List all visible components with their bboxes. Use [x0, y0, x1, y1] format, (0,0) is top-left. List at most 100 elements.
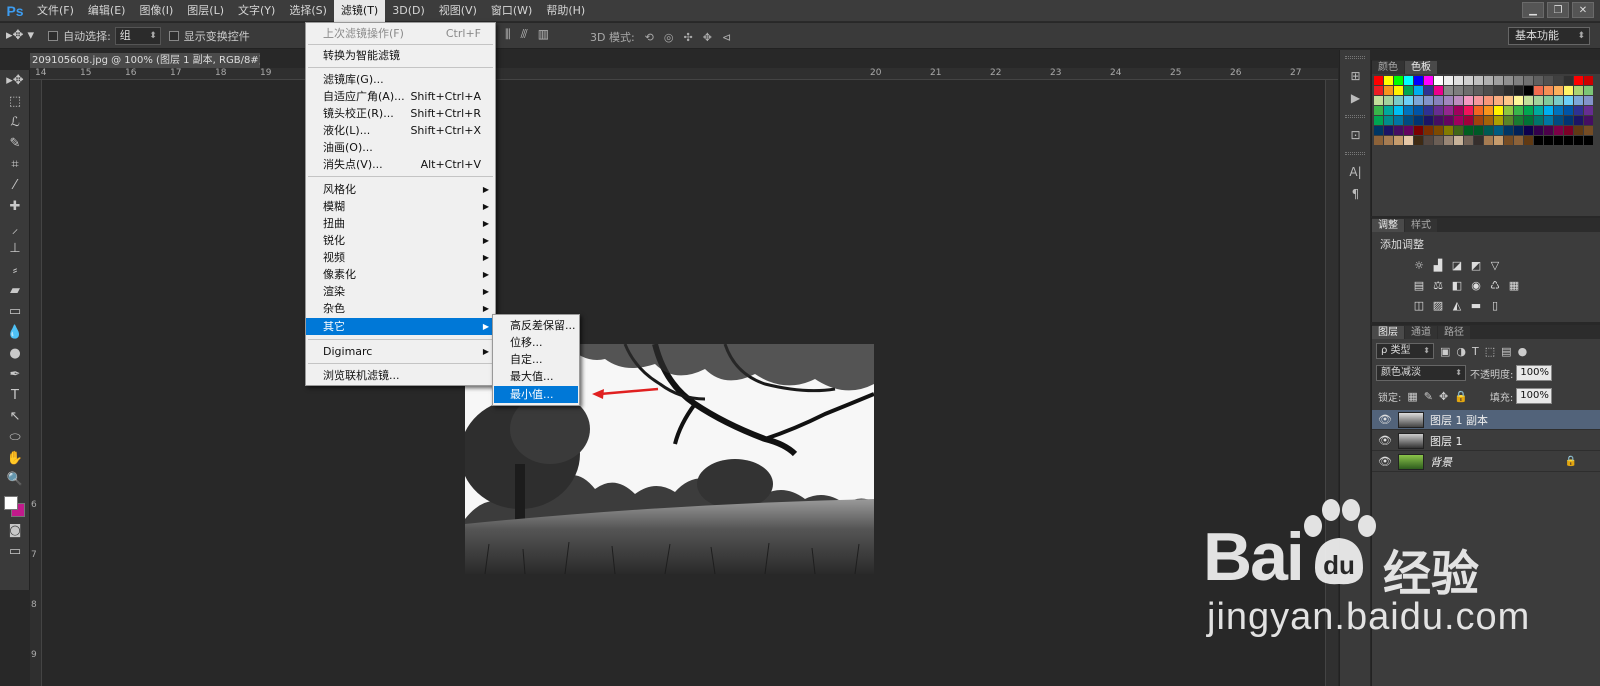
color-swatch[interactable] — [1584, 136, 1593, 145]
color-swatch[interactable] — [1484, 116, 1493, 125]
layer-row[interactable]: 👁 图层 1 副本 — [1372, 410, 1600, 430]
color-swatch[interactable] — [1534, 86, 1543, 95]
hand-tool-icon[interactable]: ✋ — [0, 448, 30, 469]
lock-pixels-icon[interactable]: ✎ — [1424, 390, 1433, 403]
color-swatch[interactable] — [1414, 76, 1423, 85]
color-swatch[interactable] — [1534, 126, 1543, 135]
color-swatch[interactable] — [1554, 116, 1563, 125]
tab-swatches[interactable]: 色板 — [1405, 61, 1437, 74]
color-swatch[interactable] — [1484, 126, 1493, 135]
color-swatch[interactable] — [1584, 116, 1593, 125]
color-swatch[interactable] — [1444, 76, 1453, 85]
color-swatch[interactable] — [1434, 76, 1443, 85]
color-swatch[interactable] — [1544, 116, 1553, 125]
color-swatch[interactable] — [1484, 106, 1493, 115]
menu-window[interactable]: 窗口(W) — [484, 0, 539, 22]
submenu-digimarc[interactable]: Digimarc ▶ — [306, 343, 495, 360]
submenu-blur[interactable]: 模糊 ▶ — [306, 198, 495, 215]
layer-name[interactable]: 图层 1 — [1430, 433, 1463, 449]
color-swatch[interactable] — [1514, 96, 1523, 105]
vanishing-point-item[interactable]: 消失点(V)... Alt+Ctrl+V — [306, 156, 495, 173]
color-swatch[interactable] — [1574, 86, 1583, 95]
filter-toggle-icon[interactable]: ● — [1518, 345, 1528, 358]
move-tool-icon[interactable]: ▸✥ — [0, 70, 30, 91]
show-transform-checkbox[interactable] — [168, 30, 179, 41]
dodge-tool-icon[interactable]: ● — [0, 343, 30, 364]
color-swatch[interactable] — [1454, 96, 1463, 105]
menu-help[interactable]: 帮助(H) — [539, 0, 592, 22]
brush-tool-icon[interactable]: ⸝ — [0, 217, 30, 238]
color-swatch[interactable] — [1484, 136, 1493, 145]
history-panel-icon[interactable]: ⊞ — [1340, 65, 1371, 87]
color-swatch[interactable] — [1534, 96, 1543, 105]
document-tab[interactable]: 209105608.jpg @ 100% (图层 1 副本, RGB/8#) *… — [30, 53, 260, 68]
layer-row[interactable]: 👁 背景 🔒 — [1372, 452, 1600, 472]
browse-online-filters-item[interactable]: 浏览联机滤镜... — [306, 367, 495, 384]
tab-color[interactable]: 颜色 — [1372, 61, 1404, 74]
quick-mask-icon[interactable]: ◙ — [0, 520, 30, 541]
marquee-tool-icon[interactable]: ⬚ — [0, 91, 30, 112]
adjustment-filter-icon[interactable]: ◑ — [1456, 345, 1466, 358]
shape-filter-icon[interactable]: ⬚ — [1485, 345, 1495, 358]
color-swatch[interactable] — [1374, 76, 1383, 85]
color-swatch[interactable] — [1374, 106, 1383, 115]
color-swatch[interactable] — [1504, 76, 1513, 85]
color-swatch[interactable] — [1394, 106, 1403, 115]
exposure-icon[interactable]: ◩ — [1469, 258, 1483, 272]
color-balance-icon[interactable]: ⚖ — [1431, 278, 1445, 292]
last-filter-item[interactable]: 上次滤镜操作(F) Ctrl+F — [306, 25, 495, 42]
color-swatch[interactable] — [1554, 76, 1563, 85]
3d-roll-icon[interactable]: ◎ — [664, 31, 674, 44]
color-swatch[interactable] — [1434, 126, 1443, 135]
hue-saturation-icon[interactable]: ▤ — [1412, 278, 1426, 292]
color-swatch[interactable] — [1544, 86, 1553, 95]
menu-filter[interactable]: 滤镜(T) — [333, 0, 386, 22]
color-swatch[interactable] — [1514, 136, 1523, 145]
color-swatch[interactable] — [1504, 136, 1513, 145]
color-swatch[interactable] — [1374, 136, 1383, 145]
clone-stamp-tool-icon[interactable]: ⊥ — [0, 238, 30, 259]
menu-select[interactable]: 选择(S) — [282, 0, 334, 22]
threshold-icon[interactable]: ◭ — [1450, 298, 1464, 312]
color-swatch[interactable] — [1424, 116, 1433, 125]
crop-tool-icon[interactable]: ⌗ — [0, 154, 30, 175]
color-swatch[interactable] — [1444, 96, 1453, 105]
color-swatch[interactable] — [1524, 86, 1533, 95]
color-swatch[interactable] — [1384, 116, 1393, 125]
fill-input[interactable]: 100% — [1516, 388, 1553, 404]
color-swatch[interactable] — [1404, 86, 1413, 95]
color-swatch[interactable] — [1544, 136, 1553, 145]
color-swatch[interactable] — [1414, 116, 1423, 125]
color-swatch[interactable] — [1444, 86, 1453, 95]
color-swatch[interactable] — [1394, 136, 1403, 145]
color-swatch[interactable] — [1574, 76, 1583, 85]
posterize-icon[interactable]: ▨ — [1431, 298, 1445, 312]
color-swatch[interactable] — [1424, 96, 1433, 105]
blend-mode-dropdown[interactable]: 颜色减淡 — [1376, 365, 1466, 381]
color-swatch[interactable] — [1524, 76, 1533, 85]
color-swatch[interactable] — [1574, 126, 1583, 135]
color-swatch[interactable] — [1414, 106, 1423, 115]
color-swatch[interactable] — [1434, 96, 1443, 105]
color-swatch[interactable] — [1384, 76, 1393, 85]
menu-view[interactable]: 视图(V) — [432, 0, 484, 22]
color-swatch[interactable] — [1544, 106, 1553, 115]
color-swatch[interactable] — [1474, 96, 1483, 105]
strip-grip[interactable] — [1345, 152, 1365, 155]
color-swatch[interactable] — [1494, 126, 1503, 135]
gradient-tool-icon[interactable]: ▭ — [0, 301, 30, 322]
color-swatch[interactable] — [1494, 106, 1503, 115]
smart-object-filter-icon[interactable]: ▤ — [1501, 345, 1511, 358]
color-swatch[interactable] — [1494, 96, 1503, 105]
color-swatch[interactable] — [1474, 116, 1483, 125]
color-swatch[interactable] — [1574, 96, 1583, 105]
color-swatch[interactable] — [1394, 96, 1403, 105]
photo-filter-icon[interactable]: ◉ — [1469, 278, 1483, 292]
color-swatch[interactable] — [1564, 106, 1573, 115]
tab-adjustments[interactable]: 调整 — [1372, 219, 1404, 232]
color-swatch[interactable] — [1434, 86, 1443, 95]
pen-tool-icon[interactable]: ✒ — [0, 364, 30, 385]
color-swatch[interactable] — [1484, 86, 1493, 95]
color-swatch[interactable] — [1384, 106, 1393, 115]
color-swatch[interactable] — [1534, 106, 1543, 115]
